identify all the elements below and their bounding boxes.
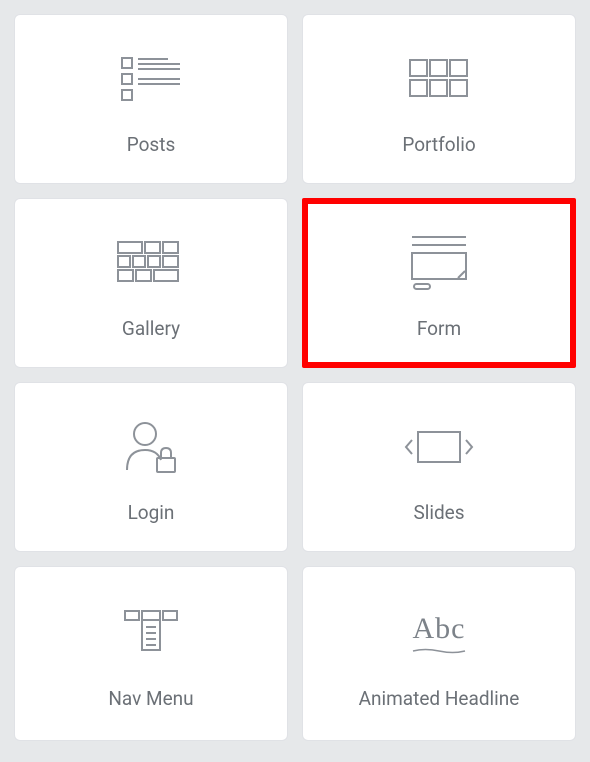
tile-label: Slides — [413, 501, 464, 524]
slides-icon — [404, 411, 474, 483]
tile-label: Form — [417, 317, 461, 340]
tile-label: Login — [128, 501, 175, 524]
nav-menu-icon — [123, 597, 179, 669]
tile-login[interactable]: Login — [14, 382, 288, 552]
tile-posts[interactable]: Posts — [14, 14, 288, 184]
tile-label: Gallery — [122, 317, 180, 340]
portfolio-icon — [408, 43, 470, 115]
tile-portfolio[interactable]: Portfolio — [302, 14, 576, 184]
animated-headline-icon: Abc — [411, 597, 467, 669]
form-icon — [408, 227, 470, 299]
gallery-icon — [116, 227, 186, 299]
tile-label: Posts — [127, 133, 176, 156]
tile-slides[interactable]: Slides — [302, 382, 576, 552]
tile-label: Animated Headline — [359, 687, 520, 710]
widget-grid: Posts Portfolio — [0, 0, 590, 755]
tile-label: Portfolio — [402, 133, 475, 156]
tile-label: Nav Menu — [108, 687, 193, 710]
tile-nav-menu[interactable]: Nav Menu — [14, 566, 288, 741]
login-icon — [123, 411, 179, 483]
tile-gallery[interactable]: Gallery — [14, 198, 288, 368]
posts-icon — [120, 43, 182, 115]
tile-form[interactable]: Form — [302, 198, 576, 368]
tile-animated-headline[interactable]: Abc Animated Headline — [302, 566, 576, 741]
